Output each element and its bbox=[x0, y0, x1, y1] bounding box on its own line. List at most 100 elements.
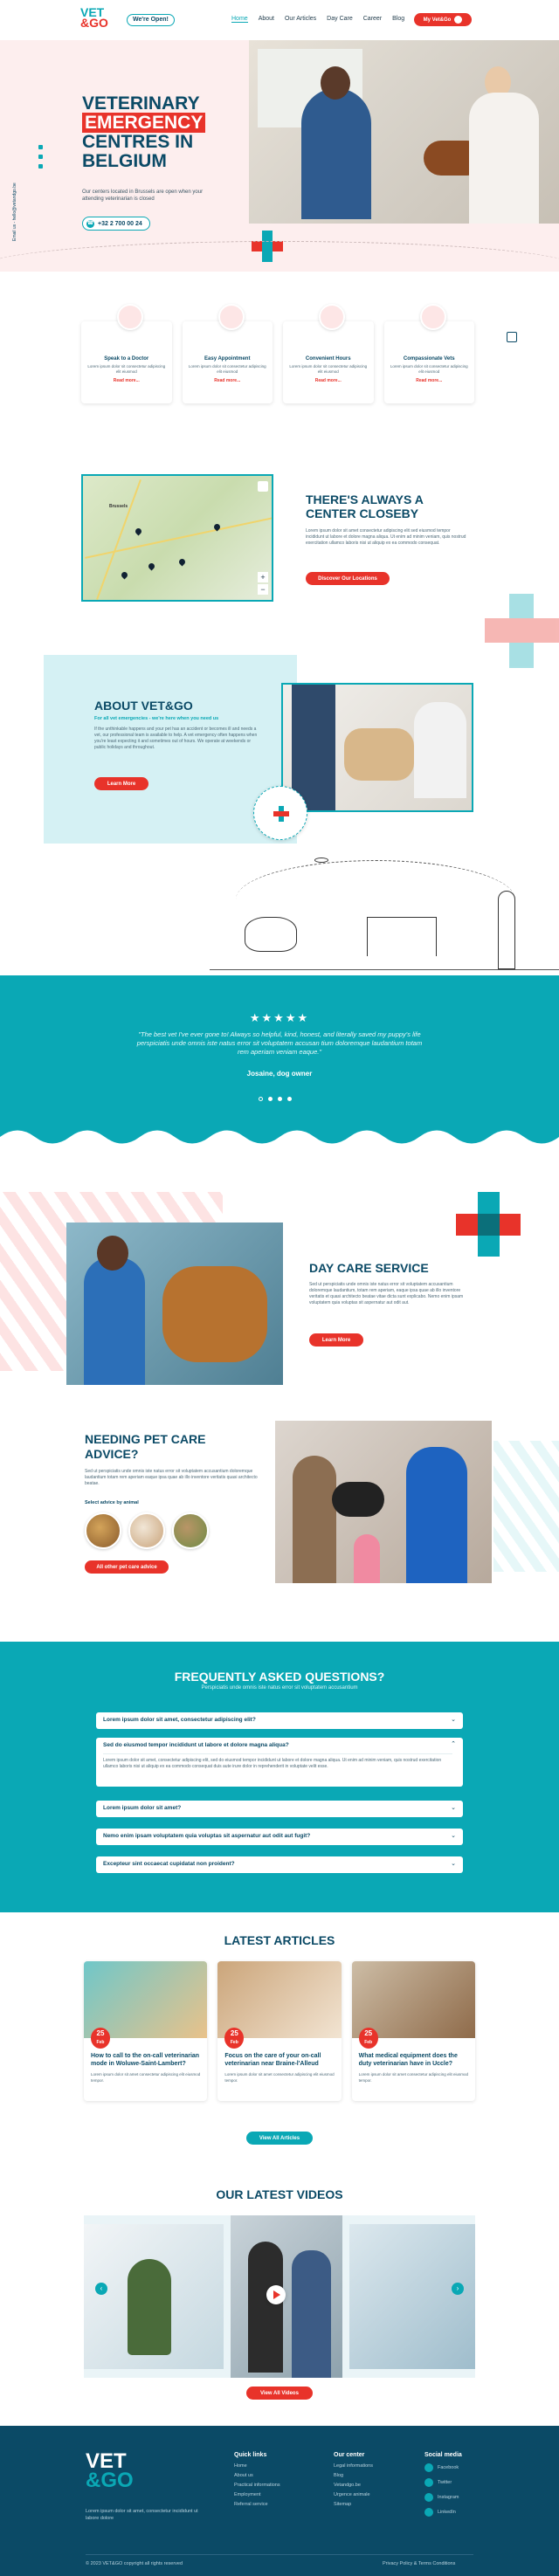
zoom-in-button[interactable]: + bbox=[258, 572, 268, 582]
nav-day-care[interactable]: Day Care bbox=[327, 16, 353, 23]
article-card[interactable]: 25 Feb Focus on the care of your on-call… bbox=[217, 1961, 342, 2101]
doctor-icon bbox=[117, 304, 143, 330]
carousel-dot[interactable] bbox=[259, 1097, 263, 1101]
nav-home[interactable]: Home bbox=[231, 16, 248, 23]
nav-blog[interactable]: Blog bbox=[392, 16, 404, 23]
carousel-dot[interactable] bbox=[278, 1097, 282, 1101]
map-pin-icon[interactable] bbox=[147, 561, 156, 571]
cross-logo-icon bbox=[456, 1192, 521, 1257]
articles-row: 25 Feb How to call to the on-call veteri… bbox=[84, 1961, 475, 2101]
testimonial-quote: "The best vet I've ever gone to! Always … bbox=[136, 1030, 423, 1056]
phone-button[interactable]: ☎ +32 2 700 00 24 bbox=[82, 217, 150, 231]
instagram-link[interactable]: Instagram bbox=[424, 2493, 462, 2502]
carousel-prev-button[interactable]: ‹ bbox=[95, 2283, 107, 2295]
site-footer: VET &GO Lorem ipsum dolor sit amet, cons… bbox=[0, 2426, 559, 2576]
hero-title: VETERINARY EMERGENCY CENTRES IN BELGIUM bbox=[82, 94, 206, 171]
twitter-icon bbox=[424, 2478, 433, 2487]
footer-description: Lorem ipsum dolor sit amet, consectetur … bbox=[86, 2509, 198, 2521]
article-image bbox=[217, 1961, 342, 2038]
faq-item[interactable]: Lorem ipsum dolor sit amet? ⌄ bbox=[96, 1801, 463, 1817]
faq-item-expanded[interactable]: Sed do eiusmod tempor incididunt ut labo… bbox=[96, 1738, 463, 1787]
testimonial-author: Josaine, dog owner bbox=[246, 1070, 313, 1078]
fullscreen-icon[interactable] bbox=[258, 481, 268, 492]
badge-circle bbox=[253, 786, 307, 840]
video-thumb[interactable] bbox=[84, 2224, 224, 2369]
map-pin-icon[interactable] bbox=[177, 557, 187, 567]
service-card[interactable]: Compassionate Vets Lorem ipsum dolor sit… bbox=[383, 304, 474, 403]
my-vetgo-button[interactable]: My Vet&Go bbox=[414, 13, 472, 26]
zoom-out-button[interactable]: − bbox=[258, 584, 268, 595]
facebook-icon[interactable] bbox=[38, 145, 43, 149]
chevron-up-icon: ⌃ bbox=[451, 1741, 456, 1747]
about-subtitle: For all vet emergencies - we're here whe… bbox=[94, 716, 219, 721]
dog-avatar-icon[interactable] bbox=[85, 1512, 121, 1549]
faq-item[interactable]: Lorem ipsum dolor sit amet, consectetur … bbox=[96, 1712, 463, 1729]
article-image bbox=[351, 1961, 475, 2038]
faq-item[interactable]: Nemo enim ipsam voluptatem quia voluptas… bbox=[96, 1829, 463, 1845]
view-all-articles-button[interactable]: View All Articles bbox=[246, 2132, 313, 2145]
map-pin-icon[interactable] bbox=[134, 527, 143, 536]
rating-stars: ★★★★★ bbox=[249, 1011, 310, 1024]
decorative-cross-icon bbox=[485, 594, 559, 668]
faq-title: FREQUENTLY ASKED QUESTIONS? bbox=[174, 1670, 385, 1684]
view-all-videos-button[interactable]: View All Videos bbox=[246, 2387, 313, 2400]
linkedin-icon[interactable] bbox=[38, 164, 43, 169]
site-header: VET &GO We're Open! Home About Our Artic… bbox=[0, 0, 559, 40]
map-panel[interactable]: Brussels + − bbox=[81, 474, 273, 602]
service-card[interactable]: Speak to a Doctor Lorem ipsum dolor sit … bbox=[81, 304, 172, 403]
wave-bottom bbox=[0, 1130, 559, 1150]
carousel-dot[interactable] bbox=[287, 1097, 292, 1101]
map-section-desc: Lorem ipsum dolor sit amet consectetur a… bbox=[306, 528, 466, 546]
nav-career[interactable]: Career bbox=[363, 16, 382, 23]
article-image bbox=[84, 1961, 208, 2038]
article-date-badge: 25 Feb bbox=[224, 2028, 245, 2049]
footer-center-links: Our center Legal informations Blog Vetan… bbox=[334, 2452, 373, 2507]
play-button-icon[interactable] bbox=[266, 2285, 286, 2304]
advice-image bbox=[275, 1421, 492, 1583]
daycare-image bbox=[66, 1223, 283, 1385]
discover-locations-button[interactable]: Discover Our Locations bbox=[306, 572, 390, 585]
article-card[interactable]: 25 Feb How to call to the on-call veteri… bbox=[84, 1961, 208, 2101]
phone-icon: ☎ bbox=[86, 219, 94, 228]
map-city-label: Brussels bbox=[109, 504, 128, 509]
service-card[interactable]: Convenient Hours Lorem ipsum dolor sit c… bbox=[283, 304, 374, 403]
cat-avatar-icon[interactable] bbox=[128, 1512, 165, 1549]
advice-title: NEEDING PET CARE ADVICE? bbox=[85, 1432, 206, 1461]
instagram-icon[interactable] bbox=[38, 155, 43, 159]
linkedin-link[interactable]: LinkedIn bbox=[424, 2508, 462, 2517]
advice-select-label: Select advice by animal bbox=[85, 1500, 139, 1505]
facebook-link[interactable]: Facebook bbox=[424, 2463, 462, 2472]
footer-quick-links: Quick links Home About us Practical info… bbox=[234, 2452, 280, 2507]
faq-item[interactable]: Excepteur sint occaecat cupidatat non pr… bbox=[96, 1856, 463, 1873]
open-badge: We're Open! bbox=[127, 14, 175, 26]
learn-more-button[interactable]: Learn More bbox=[94, 777, 148, 790]
daycare-learn-more-button[interactable]: Learn More bbox=[309, 1333, 363, 1347]
advice-description: Sed ut perspiciatis unde omnis iste natu… bbox=[85, 1469, 258, 1486]
share-icon[interactable] bbox=[507, 332, 517, 342]
map-pin-icon[interactable] bbox=[120, 570, 129, 580]
instagram-icon bbox=[424, 2493, 433, 2502]
article-card[interactable]: 25 Feb What medical equipment does the d… bbox=[351, 1961, 475, 2101]
articles-title: LATEST ARTICLES bbox=[224, 1933, 335, 1947]
service-card[interactable]: Easy Appointment Lorem ipsum dolor sit c… bbox=[182, 304, 273, 403]
nav-articles[interactable]: Our Articles bbox=[285, 16, 316, 23]
faq-subtitle: Perspiciatis unde omnis iste natus error… bbox=[201, 1685, 358, 1691]
carousel-next-button[interactable]: › bbox=[452, 2283, 464, 2295]
videos-carousel bbox=[84, 2215, 475, 2378]
side-email[interactable]: Email us - hello@vetandgo.be bbox=[12, 183, 17, 241]
daycare-title: DAY CARE SERVICE bbox=[309, 1261, 429, 1275]
rabbit-avatar-icon[interactable] bbox=[172, 1512, 209, 1549]
cross-logo-icon bbox=[273, 806, 289, 822]
hero-image bbox=[249, 40, 559, 224]
footer-logo[interactable]: VET &GO bbox=[86, 2451, 134, 2491]
all-advice-button[interactable]: All other pet care advice bbox=[85, 1560, 169, 1574]
chevron-down-icon: ⌄ bbox=[451, 1805, 456, 1811]
privacy-link[interactable]: Privacy Policy & Terms Conditions bbox=[383, 2561, 455, 2566]
carousel-dot[interactable] bbox=[268, 1097, 273, 1101]
services-row: Speak to a Doctor Lorem ipsum dolor sit … bbox=[81, 304, 474, 403]
twitter-link[interactable]: Twitter bbox=[424, 2478, 462, 2487]
logo[interactable]: VET &GO bbox=[80, 6, 108, 29]
video-thumb[interactable] bbox=[349, 2224, 475, 2369]
nav-about[interactable]: About bbox=[259, 16, 274, 23]
video-thumb[interactable] bbox=[231, 2215, 342, 2378]
